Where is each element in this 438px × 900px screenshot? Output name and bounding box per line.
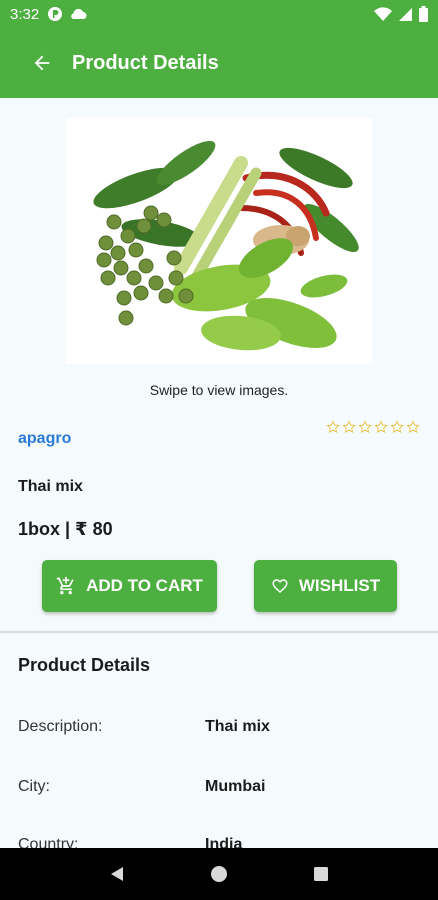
detail-label-description: Description: [18, 718, 103, 735]
star-outline-icon [374, 420, 388, 433]
back-button[interactable] [22, 43, 62, 83]
wishlist-label: WISHLIST [298, 576, 381, 595]
section-divider [0, 631, 438, 633]
detail-value-country: India [205, 836, 243, 848]
product-price: 1box | ₹ 80 [18, 519, 113, 539]
app-notification-icon [48, 7, 63, 21]
star-outline-icon [406, 420, 420, 433]
triangle-back-icon [111, 867, 123, 881]
rating-stars[interactable] [326, 420, 420, 434]
product-image-carousel[interactable] [66, 118, 372, 364]
system-navigation-bar [0, 848, 438, 900]
detail-label-country: Country: [18, 836, 79, 848]
add-to-cart-label: ADD TO CART [86, 576, 203, 595]
signal-icon [399, 7, 412, 21]
heart-outline-icon [272, 579, 288, 594]
battery-icon [419, 6, 428, 22]
detail-value-city: Mumbai [205, 778, 266, 795]
arrow-back-icon [34, 55, 50, 71]
app-bar: Product Details [0, 28, 438, 98]
star-outline-icon [390, 420, 404, 433]
detail-label-city: City: [18, 778, 50, 795]
cloud-icon [71, 8, 87, 19]
nav-recents-button[interactable] [307, 860, 335, 888]
details-section-title: Product Details [18, 655, 151, 675]
product-content[interactable]: Swipe to view images. apagro Thai mix 1b… [0, 98, 438, 848]
star-outline-icon [342, 420, 356, 433]
add-to-cart-button[interactable]: ADD TO CART [42, 560, 217, 612]
square-recents-icon [314, 867, 328, 881]
nav-back-button[interactable] [103, 860, 131, 888]
wifi-icon [374, 6, 392, 21]
product-name: Thai mix [18, 478, 83, 495]
nav-home-button[interactable] [205, 860, 233, 888]
add-shopping-cart-icon [56, 576, 74, 595]
star-outline-icon [326, 420, 340, 433]
product-image [66, 118, 372, 364]
circle-home-icon [211, 866, 227, 882]
status-bar: 3:32 [0, 0, 438, 28]
status-time: 3:32 [10, 5, 40, 23]
page-title: Product Details [72, 51, 219, 74]
detail-value-description: Thai mix [205, 718, 270, 735]
wishlist-button[interactable]: WISHLIST [254, 560, 397, 612]
swipe-hint: Swipe to view images. [149, 382, 289, 398]
star-outline-icon [358, 420, 372, 433]
vendor-link[interactable]: apagro [18, 430, 71, 448]
